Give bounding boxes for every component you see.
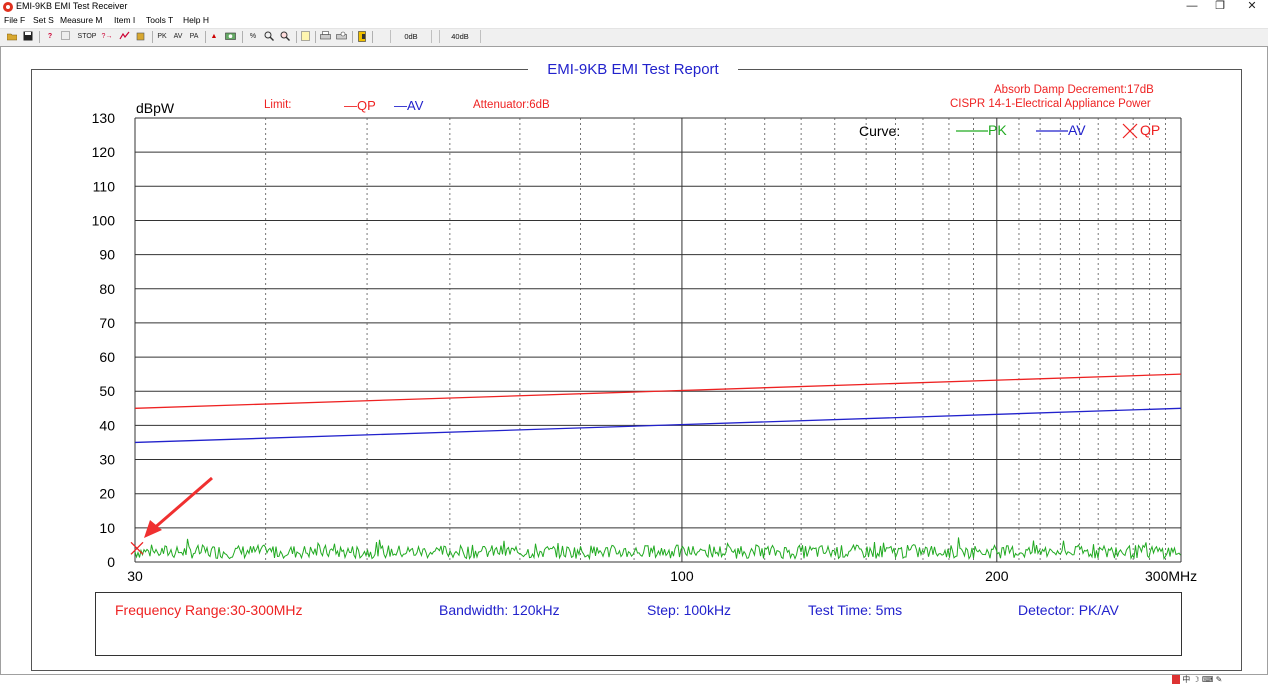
x-tick-label: 300MHz bbox=[1145, 568, 1197, 584]
y-tick-label: 110 bbox=[93, 178, 116, 194]
y-tick-label: 120 bbox=[92, 144, 116, 160]
y-tick-label: 30 bbox=[99, 452, 115, 468]
curve-legend-label: Curve: bbox=[859, 123, 901, 139]
y-tick-label: 90 bbox=[99, 247, 115, 263]
y-tick-label: 0 bbox=[107, 554, 115, 570]
test-time-label: Test Time: 5ms bbox=[808, 602, 903, 618]
x-tick-label: 30 bbox=[127, 568, 143, 584]
detector-label: Detector: PK/AV bbox=[1018, 602, 1119, 618]
y-tick-label: 50 bbox=[99, 383, 115, 399]
y-tick-label: 70 bbox=[99, 315, 115, 331]
y-tick-label: 80 bbox=[99, 281, 115, 297]
step-label: Step: 100kHz bbox=[647, 602, 732, 618]
frequency-range-label: Frequency Range:30-300MHz bbox=[115, 602, 303, 618]
y-tick-label: 10 bbox=[99, 520, 115, 536]
annotation-arrow bbox=[151, 476, 213, 532]
emi-chart: 0 10 20 30 40 50 60 70 80 90 100 110 120 130 30 100 200 3… bbox=[92, 110, 1198, 584]
x-tick-label: 100 bbox=[670, 568, 694, 584]
y-tick-label: 20 bbox=[99, 486, 115, 502]
y-tick-label: 130 bbox=[92, 110, 116, 126]
series-pk-line bbox=[134, 537, 1181, 561]
legend-pk-label: PK bbox=[988, 122, 1007, 138]
bandwidth-label: Bandwidth: 120kHz bbox=[439, 602, 560, 618]
ime-icon[interactable] bbox=[1172, 675, 1180, 685]
status-tray: 中 ☽ ⌨ ✎ bbox=[1172, 674, 1222, 686]
y-tick-label: 40 bbox=[99, 417, 115, 433]
y-tick-label: 60 bbox=[99, 349, 115, 365]
x-tick-label: 200 bbox=[985, 568, 1009, 584]
tray-icons[interactable]: 中 ☽ ⌨ ✎ bbox=[1182, 675, 1222, 684]
legend-qp-label: QP bbox=[1140, 122, 1161, 138]
legend-av-label: AV bbox=[1068, 122, 1086, 138]
y-tick-label: 100 bbox=[92, 212, 116, 228]
